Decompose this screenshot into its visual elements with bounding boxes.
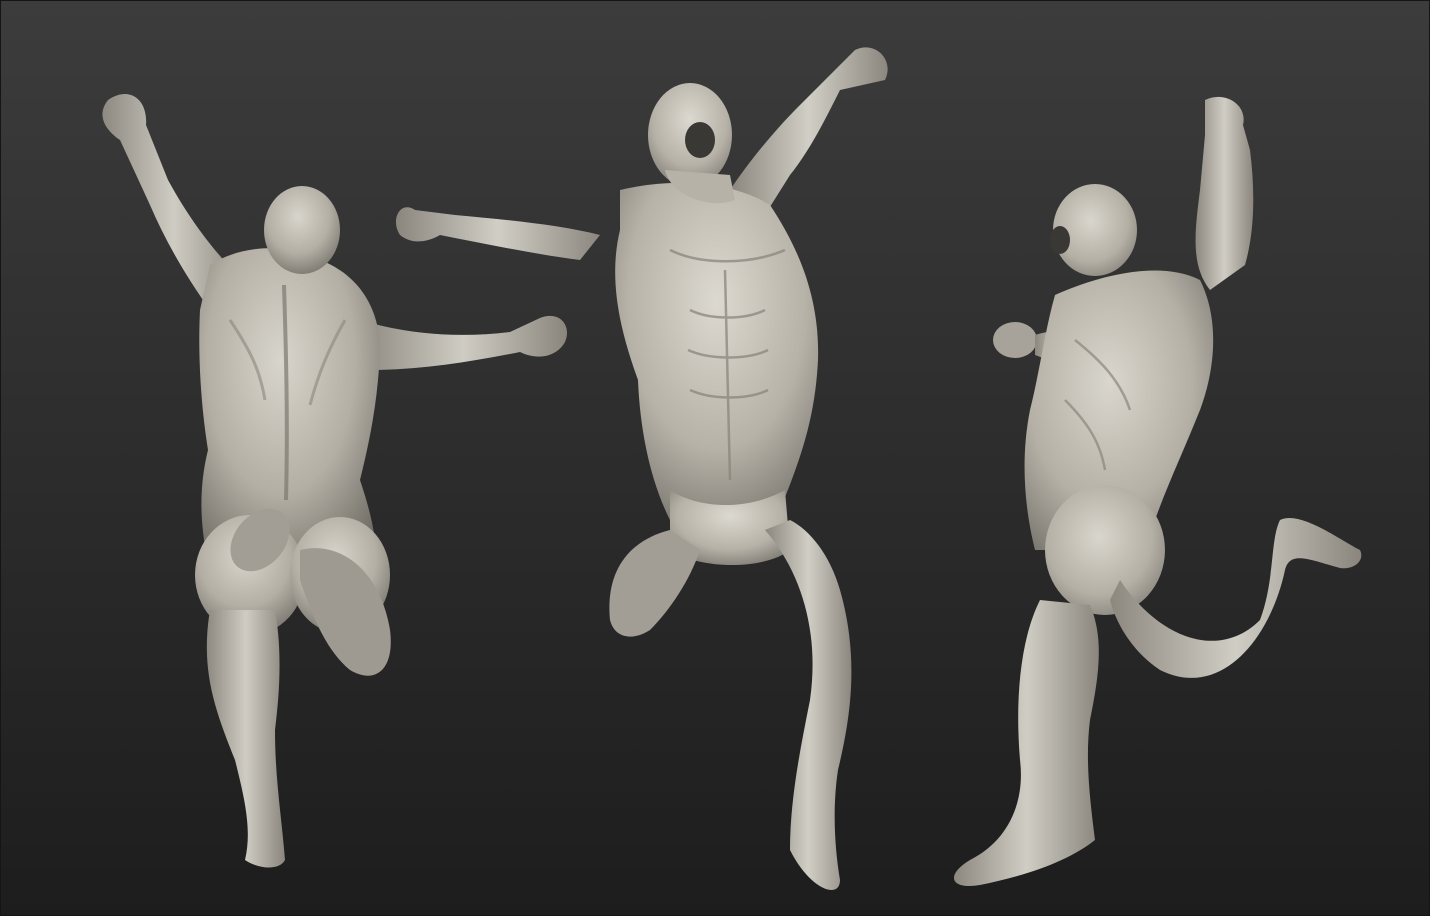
sculpt-figure-front-view <box>395 47 888 890</box>
sculpt-viewport[interactable] <box>0 0 1430 916</box>
sculpt-figure-side-view <box>953 96 1362 886</box>
